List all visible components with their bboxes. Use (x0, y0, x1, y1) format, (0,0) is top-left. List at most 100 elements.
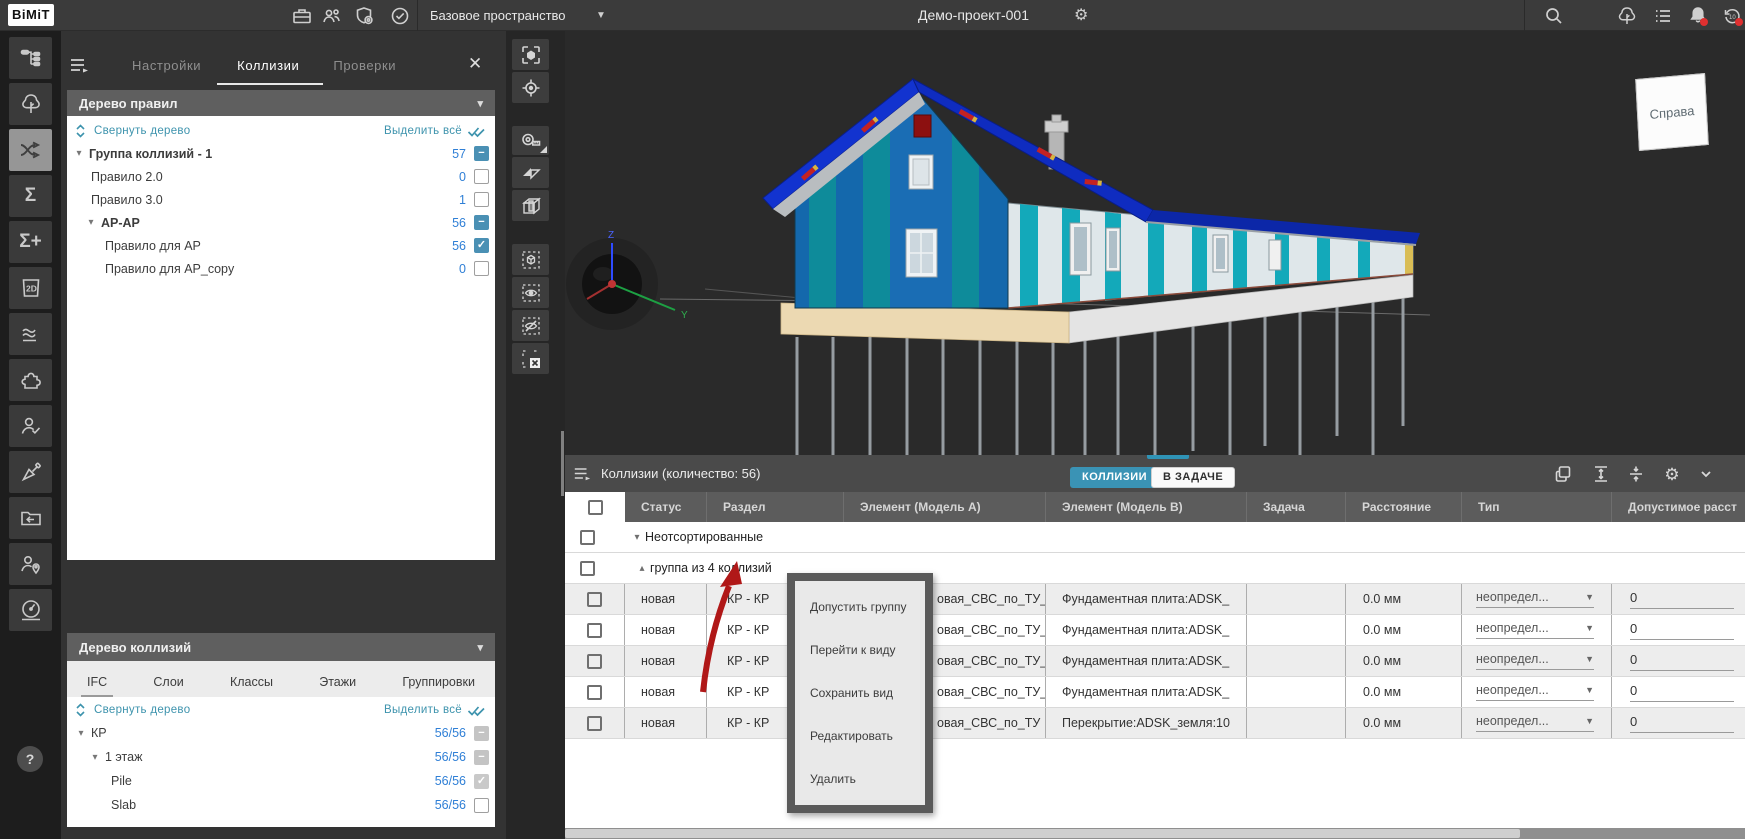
team-icon[interactable] (321, 5, 343, 27)
sidebar-tool-sigma-plus[interactable]: Σ+ (9, 221, 52, 263)
caret-down-icon[interactable]: ▾ (629, 532, 645, 543)
in-task-mode-button[interactable]: В ЗАДАЧЕ (1151, 467, 1235, 488)
tree-checkbox[interactable] (474, 750, 489, 765)
scrollbar-thumb[interactable] (565, 829, 1520, 838)
tree-checkbox[interactable] (474, 215, 489, 230)
bell-icon[interactable] (1687, 5, 1709, 27)
table-row[interactable]: новая КР - КР овая_СВС_по_ТУ_ Фундаментн… (565, 646, 1745, 677)
sidebar-tool-user-location[interactable] (9, 543, 52, 585)
row-checkbox[interactable] (587, 685, 602, 700)
subtab-layers[interactable]: Слои (147, 675, 189, 697)
panel-scrollbar[interactable] (561, 431, 564, 496)
check-circle-icon[interactable] (389, 5, 411, 27)
tree-item-rule[interactable]: Правило 3.0 1 (67, 188, 495, 211)
collapse-tree-link[interactable]: Свернуть дерево (94, 125, 190, 137)
select-all-link[interactable]: Выделить всё (384, 704, 462, 716)
search-icon[interactable] (1543, 5, 1565, 27)
menu-item-save-view[interactable]: Сохранить вид (795, 686, 925, 700)
subtab-classes[interactable]: Классы (224, 675, 279, 697)
viewcube-right-face[interactable]: Справа (1635, 73, 1709, 151)
sidebar-tool-trowel[interactable] (9, 451, 52, 493)
tree-checkbox[interactable] (474, 798, 489, 813)
chevron-down-icon[interactable] (1696, 464, 1718, 486)
tree-item-group[interactable]: ▾ АР-АР 56 (67, 211, 495, 234)
tree-checkbox[interactable] (474, 774, 489, 789)
tree-item-group[interactable]: ▾ Группа коллизий - 1 57 (67, 142, 495, 165)
sidebar-tool-clash-shuffle[interactable] (9, 129, 52, 171)
tree-checkbox[interactable] (474, 261, 489, 276)
type-dropdown[interactable]: неопредел...▼ (1462, 584, 1612, 614)
table-row[interactable]: новая КР - КР овая_СВС_по_ТУ Перекрытие:… (565, 708, 1745, 739)
section-box-button[interactable] (512, 190, 549, 221)
tree-item-model[interactable]: ▾ КР 56/56 (67, 721, 495, 745)
column-header-section[interactable]: Раздел (707, 492, 844, 522)
row-checkbox[interactable] (587, 716, 602, 731)
column-header-element-b[interactable]: Элемент (Модель B) (1046, 492, 1247, 522)
collapse-tree-link[interactable]: Свернуть дерево (94, 704, 190, 716)
list-icon[interactable] (1652, 5, 1674, 27)
select-all-link[interactable]: Выделить всё (384, 125, 462, 137)
caret-down-icon[interactable]: ▾ (69, 148, 89, 159)
double-check-icon[interactable] (467, 125, 487, 138)
briefcase-icon[interactable] (291, 5, 313, 27)
tree-item-rule[interactable]: Правило для АР_copy 0 (67, 257, 495, 280)
close-panel-icon[interactable]: ✕ (468, 54, 482, 74)
tree-checkbox[interactable] (474, 238, 489, 253)
show-selection-button[interactable] (512, 277, 549, 308)
clear-selection-button[interactable] (512, 343, 549, 374)
type-dropdown[interactable]: неопредел...▼ (1462, 615, 1612, 645)
history-icon[interactable]: 10 (1721, 5, 1743, 27)
menu-item-go-to-view[interactable]: Перейти к виду (795, 643, 925, 657)
sidebar-tool-plugin-puzzle[interactable] (9, 359, 52, 401)
tree-checkbox[interactable] (474, 726, 489, 741)
collapse-section-icon[interactable]: ▾ (477, 641, 483, 654)
caret-down-icon[interactable]: ▾ (71, 728, 91, 739)
zoom-fit-button[interactable] (512, 39, 549, 70)
isolate-selection-button[interactable] (512, 244, 549, 275)
row-checkbox[interactable] (587, 592, 602, 607)
row-checkbox[interactable] (587, 623, 602, 638)
tab-checks[interactable]: Проверки (333, 58, 396, 73)
measure-tape-button[interactable] (512, 126, 549, 155)
row-checkbox[interactable] (580, 530, 595, 545)
column-header-status[interactable]: Статус (625, 492, 707, 522)
allowed-distance-input[interactable]: 0 (1612, 708, 1745, 738)
copy-icon[interactable] (1553, 464, 1575, 486)
sidebar-tool-user-check[interactable] (9, 405, 52, 447)
sidebar-tool-graphs[interactable] (9, 313, 52, 355)
workspace-selector[interactable]: Базовое пространство (430, 0, 566, 31)
badge-icon[interactable] (354, 5, 376, 27)
locate-target-button[interactable] (512, 72, 549, 103)
rules-tree-header[interactable]: Дерево правил ▾ (67, 90, 495, 116)
allowed-distance-input[interactable]: 0 (1612, 646, 1745, 676)
collapse-section-icon[interactable]: ▾ (477, 97, 483, 110)
sidebar-tool-hierarchy[interactable] (9, 37, 52, 79)
allowed-distance-input[interactable]: 0 (1612, 584, 1745, 614)
clip-plane-button[interactable] (512, 157, 549, 188)
type-dropdown[interactable]: неопредел...▼ (1462, 646, 1612, 676)
sort-collapse-icon[interactable] (75, 703, 86, 717)
subtab-floors[interactable]: Этажи (313, 675, 362, 697)
tab-collisions[interactable]: Коллизии (237, 58, 299, 73)
column-header-type[interactable]: Тип (1462, 492, 1612, 522)
type-dropdown[interactable]: неопредел...▼ (1462, 677, 1612, 707)
subtab-groupings[interactable]: Группировки (396, 675, 481, 697)
help-button[interactable]: ? (17, 746, 43, 772)
panel-menu-icon[interactable] (573, 466, 591, 481)
sidebar-tool-nature-tree[interactable] (9, 83, 52, 125)
menu-item-delete[interactable]: Удалить (795, 772, 925, 786)
column-header-allowed[interactable]: Допустимое расст (1612, 492, 1745, 522)
sidebar-tool-2d-view[interactable]: 2D (9, 267, 52, 309)
caret-down-icon[interactable]: ▾ (81, 217, 101, 228)
hide-selection-button[interactable] (512, 310, 549, 341)
allowed-distance-input[interactable]: 0 (1612, 615, 1745, 645)
caret-up-icon[interactable]: ▴ (634, 563, 650, 574)
tree-checkbox[interactable] (474, 169, 489, 184)
sidebar-tool-gauge[interactable] (9, 589, 52, 631)
allowed-distance-input[interactable]: 0 (1612, 677, 1745, 707)
table-row[interactable]: новая КР - КР овая_СВС_по_ТУ_ Фундаментн… (565, 615, 1745, 646)
column-header-element-a[interactable]: Элемент (Модель А) (844, 492, 1046, 522)
fit-row-height-icon[interactable] (1591, 464, 1613, 486)
type-dropdown[interactable]: неопредел...▼ (1462, 708, 1612, 738)
tree-checkbox[interactable] (474, 146, 489, 161)
